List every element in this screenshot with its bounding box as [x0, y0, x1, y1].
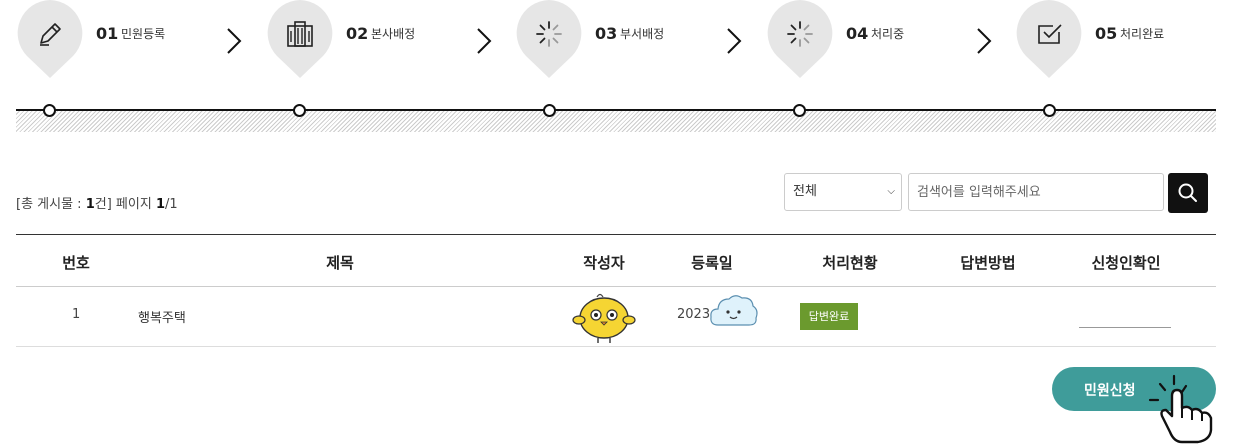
post-count: [총 게시물 : 1건] 페이지 1/1	[16, 193, 178, 212]
step-label: 민원등록	[121, 27, 166, 41]
step-label: 본사배정	[371, 27, 416, 41]
row-date: 2023	[677, 307, 711, 322]
header-author: 작성자	[583, 254, 625, 272]
checkbox-icon	[1038, 24, 1062, 44]
loading-icon	[536, 21, 562, 47]
search-input[interactable]	[908, 173, 1164, 211]
chevron-right-icon	[977, 28, 992, 54]
chevron-right-icon	[477, 28, 492, 54]
count-value: 1	[85, 197, 95, 212]
step-number: 04	[846, 24, 869, 43]
progress-steps: 01 민원등록 02 본사배정 03 부서배정 04 처리중 05 처리완료	[0, 0, 1235, 140]
apply-button-label: 민원신청	[1084, 383, 1136, 399]
building-icon	[287, 21, 313, 47]
loading-icon	[787, 21, 813, 47]
step-number: 02	[346, 24, 369, 43]
track-hatch	[16, 111, 1216, 132]
count-mid: 건] 페이지	[94, 197, 156, 212]
chick-mascot-icon	[572, 293, 636, 343]
cloud-mascot-icon	[710, 295, 758, 326]
page-current: 1	[155, 197, 165, 212]
header-applicant-check: 신청인확인	[1091, 254, 1161, 272]
header-title: 제목	[326, 254, 354, 272]
page-total: /1	[164, 197, 178, 212]
step-dot	[793, 104, 806, 117]
applicant-confirm-field[interactable]	[1079, 327, 1171, 328]
chevron-down-icon: ⌵	[887, 186, 895, 197]
step-dot	[543, 104, 556, 117]
header-no: 번호	[62, 254, 90, 272]
row-title[interactable]: 행복주택	[138, 307, 186, 326]
header-reply-method: 답변방법	[960, 254, 1016, 272]
step-number: 01	[96, 24, 119, 43]
search-icon	[1178, 183, 1197, 202]
step-dot	[1043, 104, 1056, 117]
step-dot	[43, 104, 56, 117]
progress-track	[16, 109, 1216, 111]
step-label: 부서배정	[620, 27, 665, 41]
row-no: 1	[72, 307, 81, 322]
header-date: 등록일	[691, 254, 733, 272]
count-prefix: [총 게시물 :	[16, 197, 86, 212]
search-button[interactable]	[1168, 173, 1208, 213]
search-filter-select[interactable]: 전체 ⌵	[784, 173, 902, 211]
step-number: 03	[595, 24, 618, 43]
pencil-icon	[40, 23, 61, 46]
chevron-right-icon	[227, 28, 242, 54]
status-badge: 답변완료	[800, 303, 858, 330]
step-label: 처리중	[871, 27, 905, 41]
step-label: 처리완료	[1120, 27, 1165, 41]
filter-selected: 전체	[793, 184, 817, 199]
header-status: 처리현황	[822, 254, 878, 272]
pointing-hand-icon	[1148, 374, 1213, 444]
table-header: 번호 제목 작성자 등록일 처리현황 답변방법 신청인확인	[16, 234, 1216, 287]
step-dot	[293, 104, 306, 117]
chevron-right-icon	[727, 28, 742, 54]
table-row[interactable]: 1 행복주택 2023 답변완료	[16, 287, 1216, 347]
step-number: 05	[1095, 24, 1118, 43]
